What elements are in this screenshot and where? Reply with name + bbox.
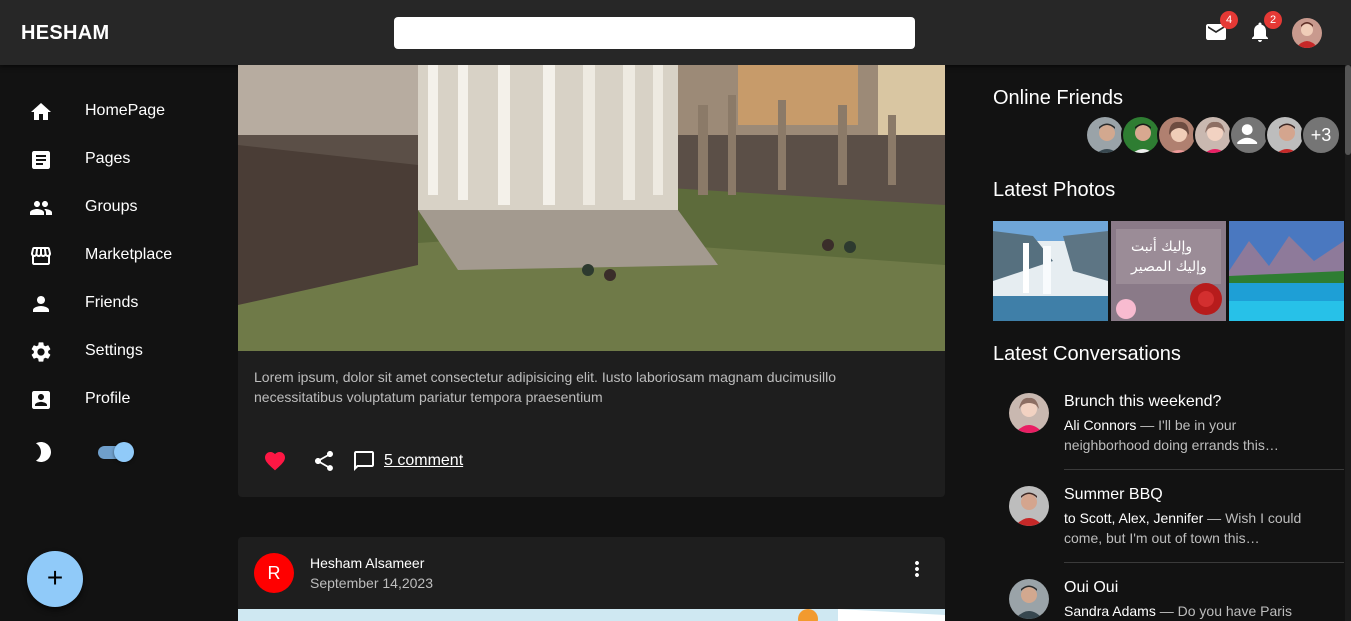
search-input[interactable]: [394, 17, 915, 49]
conversation-item[interactable]: Summer BBQ to Scott, Alex, Jennifer — Wi…: [993, 486, 1344, 566]
conversation-preview: Sandra Adams — Do you have Paris: [1064, 601, 1309, 621]
sidebar-item-label: Marketplace: [85, 246, 173, 263]
post-text: Lorem ipsum, dolor sit amet consectetur …: [254, 369, 837, 405]
comments-link[interactable]: 5 comment: [384, 452, 463, 470]
conversation-sender: to Scott, Alex, Jennifer: [1064, 510, 1204, 526]
friend-avatar-placeholder[interactable]: [1229, 115, 1269, 155]
photo-thumbnail[interactable]: [1229, 221, 1344, 321]
article-icon: [32, 151, 50, 169]
sidebar-item-pages[interactable]: Pages: [0, 136, 220, 184]
latest-photos-grid: وإليك أنبت وإليك المصير: [993, 221, 1344, 321]
sidebar-item-homepage[interactable]: HomePage: [0, 88, 220, 136]
person-icon: [33, 296, 49, 312]
post-date: September 14,2023: [310, 575, 433, 591]
sidebar: HomePage Pages Groups Marketplace Friend…: [0, 65, 220, 621]
sidebar-item-label: Friends: [85, 294, 139, 311]
page-scrollbar[interactable]: [1345, 65, 1351, 621]
post-image[interactable]: [238, 65, 945, 351]
conversation-sender: Ali Connors: [1064, 417, 1137, 433]
sidebar-item-label: HomePage: [85, 102, 166, 119]
sidebar-item-label: Profile: [85, 390, 131, 407]
post-card: R Hesham Alsameer September 14,2023: [238, 537, 945, 621]
group-icon: [30, 201, 52, 215]
conversation-title: Oui Oui: [1064, 579, 1119, 596]
account-box-icon: [32, 391, 50, 409]
post-actions: 5 comment: [238, 443, 945, 479]
friend-avatar[interactable]: [1085, 115, 1125, 155]
home-icon: [31, 103, 51, 120]
sidebar-item-label: Groups: [85, 198, 138, 215]
online-friends-group: +3: [1085, 115, 1345, 155]
sidebar-item-settings[interactable]: Settings: [0, 328, 220, 376]
sidebar-item-label: Pages: [85, 150, 131, 167]
conversation-avatar: [1009, 393, 1049, 433]
online-friends-title: Online Friends: [993, 87, 1124, 109]
conversation-avatar: [1009, 486, 1049, 526]
svg-text:وإليك المصير: وإليك المصير: [1130, 259, 1207, 275]
user-avatar[interactable]: [1292, 18, 1322, 48]
settings-icon: [31, 342, 51, 362]
photo-thumbnail[interactable]: وإليك أنبت وإليك المصير: [1111, 221, 1226, 321]
author-avatar[interactable]: R: [254, 553, 294, 593]
conversation-avatar: [1009, 579, 1049, 619]
more-friends-count[interactable]: +3: [1301, 115, 1341, 155]
mail-button[interactable]: 4: [1202, 11, 1238, 46]
mail-badge: 4: [1220, 11, 1238, 29]
latest-photos-title: Latest Photos: [993, 179, 1116, 201]
comment-icon[interactable]: [352, 449, 376, 473]
dark-mode-toggle[interactable]: [96, 442, 134, 462]
conversation-snippet: — Do you have Paris: [1155, 603, 1293, 619]
svg-text:وإليك أنبت: وإليك أنبت: [1131, 237, 1192, 255]
right-panel: Online Friends +3 Latest Photos وإليك أن…: [975, 65, 1345, 621]
conversation-sender: Sandra Adams: [1064, 603, 1156, 619]
storefront-icon: [31, 247, 51, 265]
conversation-item[interactable]: Oui Oui Sandra Adams — Do you have Paris: [993, 579, 1343, 621]
sidebar-item-friends[interactable]: Friends: [0, 280, 220, 328]
brand-title[interactable]: HESHAM: [21, 22, 109, 45]
author-name[interactable]: Hesham Alsameer: [310, 555, 424, 571]
friend-avatar[interactable]: [1193, 115, 1233, 155]
scrollbar-thumb[interactable]: [1345, 65, 1351, 155]
post-card: Lorem ipsum, dolor sit amet consectetur …: [238, 65, 945, 497]
photo-thumbnail[interactable]: [993, 221, 1108, 321]
post-image[interactable]: [238, 609, 945, 621]
conversation-title: Summer BBQ: [1064, 486, 1163, 503]
app-bar: HESHAM 4 2: [0, 0, 1351, 65]
more-vert-icon[interactable]: [905, 557, 929, 581]
conversation-title: Brunch this weekend?: [1064, 393, 1222, 410]
sidebar-item-marketplace[interactable]: Marketplace: [0, 232, 220, 280]
dark-mode-moon-icon: [36, 442, 51, 462]
conversation-preview: to Scott, Alex, Jennifer — Wish I could …: [1064, 508, 1309, 548]
sidebar-item-groups[interactable]: Groups: [0, 184, 220, 232]
person-icon: [1237, 124, 1258, 144]
divider: [1064, 469, 1344, 470]
friend-avatar[interactable]: [1157, 115, 1197, 155]
toggle-thumb: [114, 442, 134, 462]
friend-avatar[interactable]: [1121, 115, 1161, 155]
add-fab-button[interactable]: +: [27, 551, 83, 607]
friend-avatar[interactable]: [1265, 115, 1305, 155]
notifications-badge: 2: [1264, 11, 1282, 29]
conversation-preview: Ali Connors — I'll be in your neighborho…: [1064, 415, 1309, 455]
sidebar-item-label: Settings: [85, 342, 143, 359]
sidebar-item-profile[interactable]: Profile: [0, 376, 220, 424]
like-heart-icon[interactable]: [263, 449, 287, 473]
share-icon[interactable]: [312, 449, 336, 473]
conversation-item[interactable]: Brunch this weekend? Ali Connors — I'll …: [993, 393, 1344, 473]
divider: [1064, 562, 1344, 563]
notifications-button[interactable]: 2: [1246, 11, 1282, 46]
latest-conversations-title: Latest Conversations: [993, 343, 1181, 365]
